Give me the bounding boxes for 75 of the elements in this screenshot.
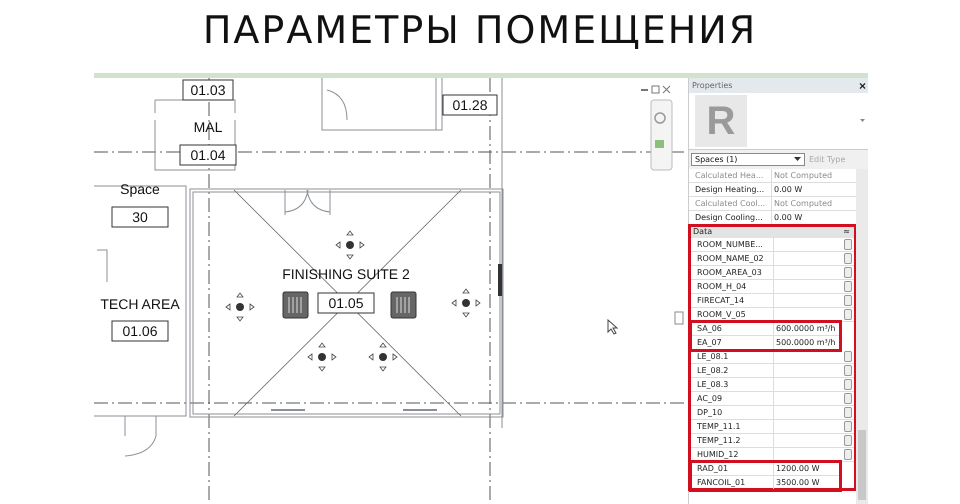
room-tag: 01.06 <box>112 320 168 342</box>
property-name: AC_09 <box>691 392 774 405</box>
property-name: LE_08.1 <box>691 350 774 363</box>
property-name: RAD_01 <box>691 462 774 475</box>
diffuser-icon <box>335 230 365 260</box>
row-button[interactable] <box>844 351 852 362</box>
property-name: EA_07 <box>691 336 774 349</box>
room-tag: 01.04 <box>180 144 236 166</box>
navigation-bar[interactable] <box>650 100 672 170</box>
property-name: TEMP_11.1 <box>691 420 774 433</box>
property-name: LE_08.3 <box>691 378 774 391</box>
property-value: 0.00 W <box>773 184 804 196</box>
row-button[interactable] <box>844 253 852 264</box>
room-name: Space <box>120 181 160 197</box>
property-value: 3500.00 W <box>775 477 821 489</box>
property-name: DP_10 <box>691 406 774 419</box>
panel-handle-icon[interactable] <box>674 312 684 324</box>
property-name: ROOM_H_04 <box>691 280 774 293</box>
row-button[interactable] <box>844 449 852 460</box>
property-value: 500.0000 m³/h <box>775 337 836 349</box>
property-name: HUMID_12 <box>691 448 774 461</box>
diffuser-icon <box>368 342 398 372</box>
row-button[interactable] <box>844 407 852 418</box>
property-name: Calculated Cool... <box>689 197 772 210</box>
type-logo: R <box>695 95 747 147</box>
room-tag: 01.05 <box>318 292 374 314</box>
property-name: ROOM_AREA_03 <box>691 266 774 279</box>
property-name: FIRECAT_14 <box>691 294 774 307</box>
property-name: Design Heating... <box>689 183 772 196</box>
close-button[interactable]: × <box>858 80 866 92</box>
room-name: MAL <box>194 119 222 135</box>
panel-title: Properties <box>692 81 732 90</box>
property-name: LE_08.2 <box>691 364 774 377</box>
dropdown-arrow-icon[interactable] <box>794 157 801 162</box>
scrollbar[interactable] <box>856 169 868 504</box>
property-value: Not Computed <box>773 198 834 210</box>
row-button[interactable] <box>844 267 852 278</box>
property-name: Design Cooling... <box>689 211 772 224</box>
property-value: 0.00 W <box>773 212 804 224</box>
caret-icon[interactable] <box>860 119 865 123</box>
row-button[interactable] <box>844 435 852 446</box>
diffuser-icon <box>451 288 481 318</box>
row-button[interactable] <box>844 281 852 292</box>
cursor-icon <box>608 318 618 335</box>
row-button[interactable] <box>844 295 852 306</box>
slide-title: ПАРАМЕТРЫ ПОМЕЩЕНИЯ <box>202 8 758 52</box>
row-button[interactable] <box>844 379 852 390</box>
type-selector[interactable]: Spaces (1) <box>691 153 805 166</box>
property-value: 1200.00 W <box>775 463 821 475</box>
room-tag: 01.03 <box>182 80 234 100</box>
property-name: ROOM_V_05 <box>691 308 774 321</box>
diffuser-icon <box>225 292 255 322</box>
property-name: FANCOIL_01 <box>691 476 774 489</box>
row-button[interactable] <box>844 393 852 404</box>
grille-icon <box>390 292 416 318</box>
grip-handle[interactable] <box>498 264 502 296</box>
property-name: Calculated Hea... <box>689 169 772 182</box>
grille-icon <box>282 292 308 318</box>
group-header[interactable]: Data <box>693 227 712 236</box>
row-button[interactable] <box>844 421 852 432</box>
property-name: TEMP_11.2 <box>691 434 774 447</box>
room-tag: 01.28 <box>442 94 498 116</box>
row-button[interactable] <box>844 239 852 250</box>
property-name: ROOM_NAME_02 <box>691 252 774 265</box>
window-controls-icon[interactable] <box>641 86 670 94</box>
row-button[interactable] <box>844 365 852 376</box>
diffuser-icon <box>307 342 337 372</box>
property-name: ROOM_NUMBE... <box>691 238 774 251</box>
property-name: SA_06 <box>691 322 774 335</box>
row-button[interactable] <box>844 309 852 320</box>
collapse-icon[interactable]: ≈ <box>843 227 850 236</box>
property-value: 600.0000 m³/h <box>775 323 836 335</box>
property-value: Not Computed <box>773 170 834 182</box>
room-tag: 30 <box>112 206 168 228</box>
room-name: TECH AREA <box>100 296 180 312</box>
